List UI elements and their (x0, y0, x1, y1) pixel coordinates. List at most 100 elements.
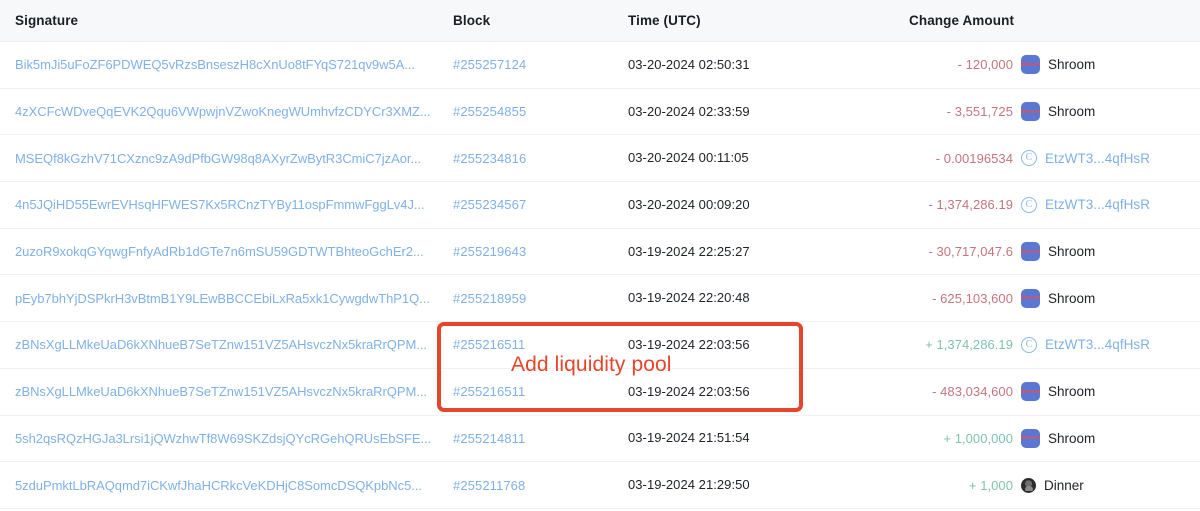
table-row[interactable]: 5sh2qsRQzHGJa3Lrsi1jQWzhwTf8W69SKZdsjQYc… (0, 415, 1200, 463)
token-name-label: Shroom (1048, 104, 1096, 120)
table-row[interactable]: 4n5JQiHD55EwrEVHsqHFWES7Kx5RCnzTYBy11osp… (0, 182, 1200, 229)
table-row[interactable]: 2uzoR9xokqGYqwgFnfyAdRb1dGTe7n6mSU59GDTW… (0, 228, 1200, 276)
time-cell: 03-20-2024 00:09:20 (628, 196, 909, 214)
table-row[interactable]: 4zXCFcWDveQqEVK2Qqu6VWpwjnVZwoKnegWUmhvf… (0, 88, 1200, 136)
token-name-label: Shroom (1048, 384, 1096, 400)
change-amount-value: + 1,374,286.19 (925, 337, 1013, 353)
change-amount-cell: - 1,374,286.19 C EtzWT3...4qfHsR (909, 196, 1200, 213)
token-name-label: Shroom (1048, 244, 1096, 260)
block-cell: #255216511 (453, 384, 628, 399)
circle-c-token-icon: C (1021, 150, 1037, 167)
time-value: 03-20-2024 00:11:05 (628, 150, 749, 166)
shroom-icon-text: Shroom (1021, 388, 1040, 395)
column-header-block: Block (453, 13, 491, 28)
block-link[interactable]: #255214811 (453, 431, 628, 446)
change-amount-cell: + 1,000 Dinner (909, 477, 1200, 493)
block-cell: #255218959 (453, 291, 628, 306)
signature-cell: Bik5mJi5uFoZF6PDWEQ5vRzsBnseszH8cXnUo8tF… (0, 57, 453, 72)
column-header-time: Time (UTC) (628, 13, 701, 28)
change-amount-cell: - 483,034,600 Shroom Shroom (909, 382, 1200, 402)
change-amount-cell: - 625,103,600 Shroom Shroom (909, 288, 1200, 308)
signature-cell: pEyb7bhYjDSPkrH3vBtmB1Y9LEwBBCCEbiLxRa5x… (0, 291, 453, 306)
circle-c-icon-text: C (1025, 198, 1033, 210)
time-cell: 03-19-2024 22:03:56 (628, 336, 909, 354)
block-link[interactable]: #255257124 (453, 57, 628, 72)
circle-c-icon-text: C (1025, 152, 1033, 164)
shroom-token-icon: Shroom (1021, 55, 1040, 75)
signature-link[interactable]: 4zXCFcWDveQqEVK2Qqu6VWpwjnVZwoKnegWUmhvf… (15, 104, 439, 119)
token-address-link[interactable]: EtzWT3...4qfHsR (1045, 197, 1150, 212)
block-link[interactable]: #255254855 (453, 104, 628, 119)
block-cell: #255254855 (453, 104, 628, 119)
block-cell: #255219643 (453, 244, 628, 259)
table-row[interactable]: 5zduPmktLbRAQqmd7iCKwfJhaHCRkcVeKDHjC8So… (0, 462, 1200, 509)
annotation-label: Add liquidity pool (511, 353, 672, 376)
table-row[interactable]: pEyb7bhYjDSPkrH3vBtmB1Y9LEwBBCCEbiLxRa5x… (0, 275, 1200, 323)
time-value: 03-20-2024 02:33:59 (628, 103, 750, 119)
block-link[interactable]: #255234816 (453, 151, 628, 166)
signature-link[interactable]: 5zduPmktLbRAQqmd7iCKwfJhaHCRkcVeKDHjC8So… (15, 478, 439, 493)
signature-link[interactable]: zBNsXgLLMkeUaD6kXNhueB7SeTZnw151VZ5AHsvc… (15, 337, 439, 352)
token-name-label: Shroom (1048, 290, 1096, 306)
change-amount-value: + 1,000,000 (943, 430, 1013, 446)
table-row[interactable]: Bik5mJi5uFoZF6PDWEQ5vRzsBnseszH8cXnUo8tF… (0, 42, 1200, 89)
change-amount-cell: + 1,374,286.19 C EtzWT3...4qfHsR (909, 336, 1200, 353)
time-cell: 03-20-2024 00:11:05 (628, 149, 909, 167)
time-cell: 03-19-2024 22:20:48 (628, 289, 909, 307)
change-amount-value: - 120,000 (957, 57, 1013, 73)
change-amount-value: - 483,034,600 (932, 384, 1013, 400)
token-name-label: Shroom (1048, 57, 1096, 73)
change-amount-value: - 625,103,600 (932, 290, 1013, 306)
signature-link[interactable]: 2uzoR9xokqGYqwgFnfyAdRb1dGTe7n6mSU59GDTW… (15, 244, 439, 259)
block-link[interactable]: #255216511 (453, 384, 628, 399)
dinner-token-icon (1021, 477, 1036, 493)
shroom-token-icon: Shroom (1021, 102, 1040, 122)
signature-cell: MSEQf8kGzhV71CXznc9zA9dPfbGW98q8AXyrZwBy… (0, 151, 453, 166)
signature-link[interactable]: 5sh2qsRQzHGJa3Lrsi1jQWzhwTf8W69SKZdsjQYc… (15, 431, 439, 446)
shroom-token-icon: Shroom (1021, 288, 1040, 308)
table-row[interactable]: MSEQf8kGzhV71CXznc9zA9dPfbGW98q8AXyrZwBy… (0, 135, 1200, 183)
time-value: 03-20-2024 02:50:31 (628, 56, 750, 72)
shroom-icon-text: Shroom (1021, 435, 1040, 442)
change-amount-value: + 1,000 (968, 477, 1013, 493)
signature-link[interactable]: 4n5JQiHD55EwrEVHsqHFWES7Kx5RCnzTYBy11osp… (15, 197, 439, 212)
circle-c-token-icon: C (1021, 196, 1037, 213)
signature-link[interactable]: pEyb7bhYjDSPkrH3vBtmB1Y9LEwBBCCEbiLxRa5x… (15, 291, 439, 306)
change-amount-cell: - 0.00196534 C EtzWT3...4qfHsR (909, 150, 1200, 167)
time-cell: 03-19-2024 22:03:56 (628, 383, 909, 401)
table-body: Bik5mJi5uFoZF6PDWEQ5vRzsBnseszH8cXnUo8tF… (0, 42, 1200, 509)
time-cell: 03-20-2024 02:50:31 (628, 56, 909, 74)
block-cell: #255234816 (453, 151, 628, 166)
change-amount-value: - 0.00196534 (935, 150, 1013, 166)
table-header-row: Signature Block Time (UTC) Change Amount (0, 0, 1200, 42)
block-link[interactable]: #255211768 (453, 478, 628, 493)
block-cell: #255257124 (453, 57, 628, 72)
token-address-link[interactable]: EtzWT3...4qfHsR (1045, 151, 1150, 166)
time-cell: 03-20-2024 02:33:59 (628, 103, 909, 121)
shroom-icon-text: Shroom (1021, 248, 1040, 255)
change-amount-cell: - 30,717,047.6 Shroom Shroom (909, 242, 1200, 262)
signature-cell: 5zduPmktLbRAQqmd7iCKwfJhaHCRkcVeKDHjC8So… (0, 478, 453, 493)
change-amount-value: - 30,717,047.6 (928, 244, 1013, 260)
token-name-label: Dinner (1044, 477, 1084, 493)
signature-link[interactable]: zBNsXgLLMkeUaD6kXNhueB7SeTZnw151VZ5AHsvc… (15, 384, 439, 399)
block-link[interactable]: #255234567 (453, 197, 628, 212)
change-amount-cell: - 120,000 Shroom Shroom (909, 55, 1200, 75)
signature-cell: 4n5JQiHD55EwrEVHsqHFWES7Kx5RCnzTYBy11osp… (0, 197, 453, 212)
block-link[interactable]: #255216511 (453, 337, 628, 352)
time-cell: 03-19-2024 22:25:27 (628, 243, 909, 261)
shroom-icon-text: Shroom (1021, 295, 1040, 302)
token-name-label: Shroom (1048, 430, 1096, 446)
shroom-icon-text: Shroom (1021, 108, 1040, 115)
time-value: 03-19-2024 21:51:54 (628, 430, 750, 446)
block-cell: #255214811 (453, 431, 628, 446)
change-amount-cell: - 3,551,725 Shroom Shroom (909, 102, 1200, 122)
signature-cell: 4zXCFcWDveQqEVK2Qqu6VWpwjnVZwoKnegWUmhvf… (0, 104, 453, 119)
time-value: 03-19-2024 22:03:56 (628, 336, 750, 352)
block-link[interactable]: #255218959 (453, 291, 628, 306)
block-link[interactable]: #255219643 (453, 244, 628, 259)
signature-link[interactable]: Bik5mJi5uFoZF6PDWEQ5vRzsBnseszH8cXnUo8tF… (15, 57, 439, 72)
time-value: 03-19-2024 22:25:27 (628, 243, 750, 259)
token-address-link[interactable]: EtzWT3...4qfHsR (1045, 337, 1150, 352)
signature-link[interactable]: MSEQf8kGzhV71CXznc9zA9dPfbGW98q8AXyrZwBy… (15, 151, 439, 166)
